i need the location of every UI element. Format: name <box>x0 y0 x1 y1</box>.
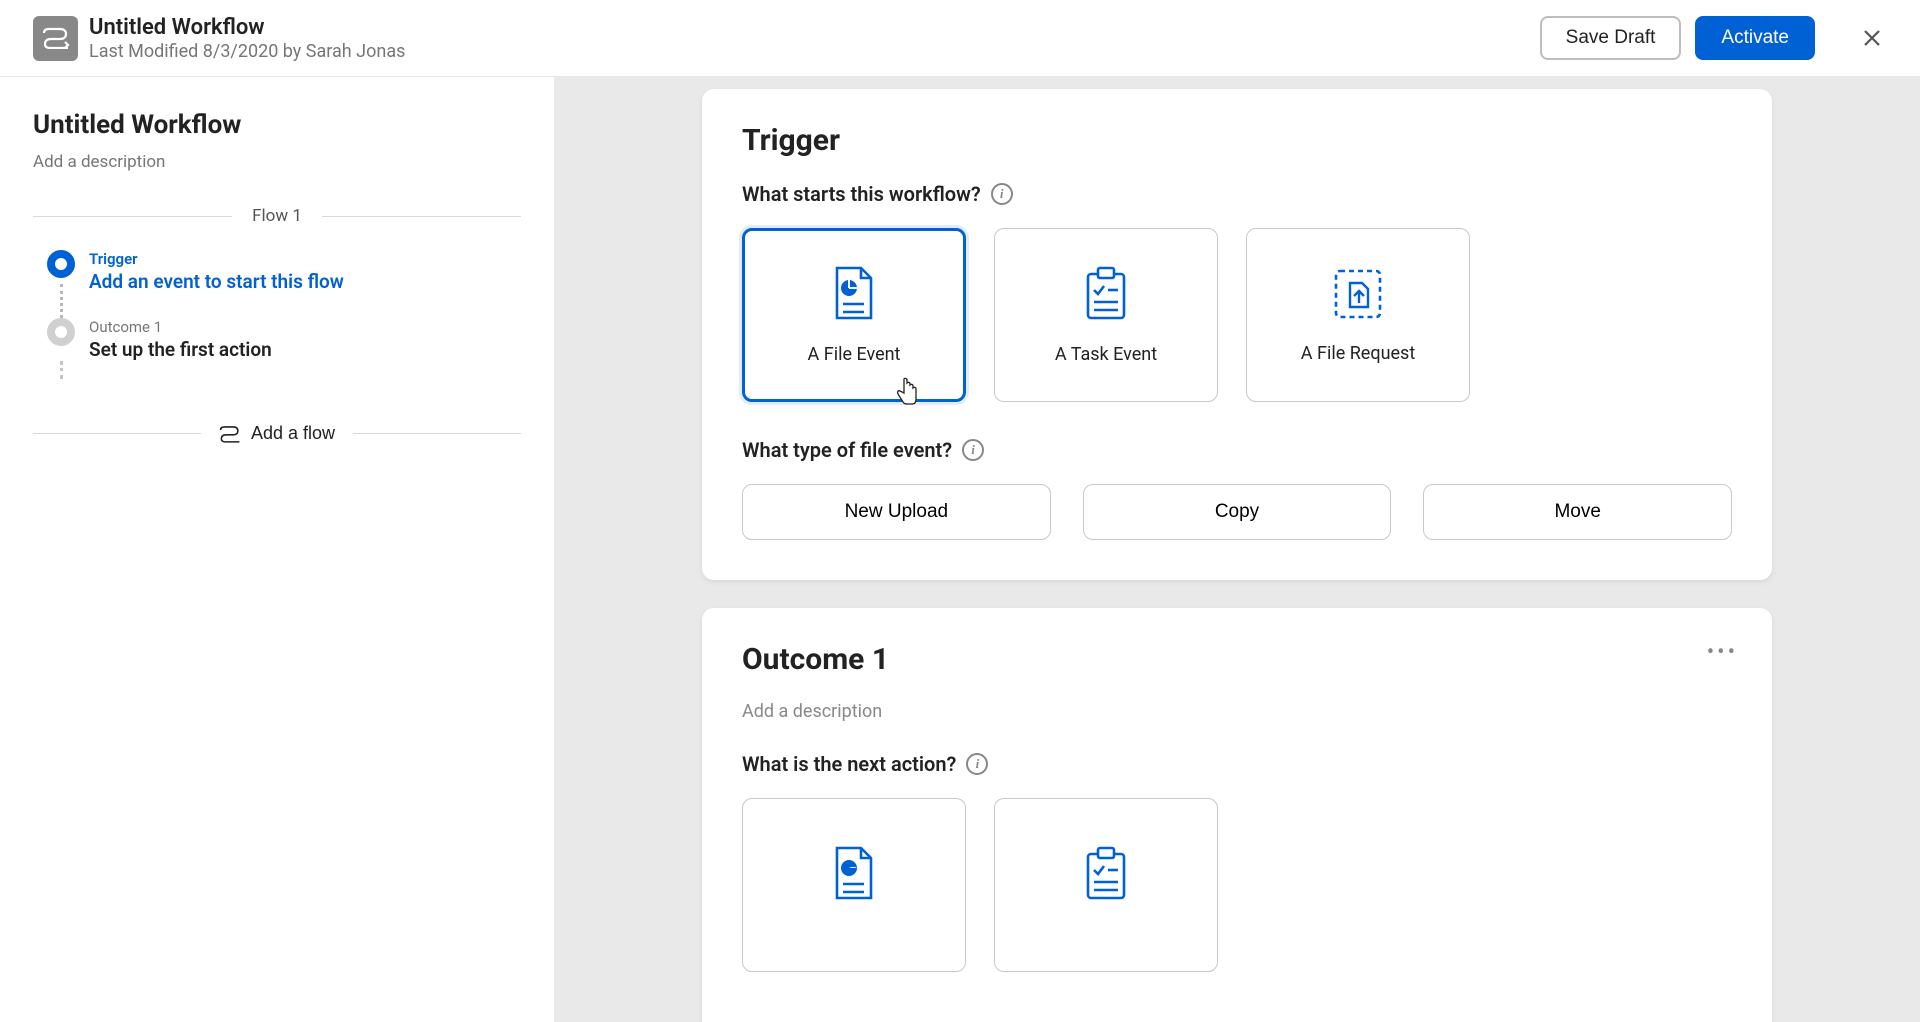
close-button[interactable] <box>1857 23 1887 53</box>
file-event-type-move[interactable]: Move <box>1423 484 1732 540</box>
step-label: Outcome 1 <box>89 318 272 336</box>
file-request-icon <box>1332 267 1384 325</box>
flow-divider-row: Flow 1 <box>33 206 521 226</box>
activate-button[interactable]: Activate <box>1695 16 1815 60</box>
add-flow-button[interactable]: Add a flow <box>201 423 353 444</box>
file-event-icon <box>831 266 877 326</box>
tile-label: A File Request <box>1301 343 1415 364</box>
file-event-type-copy[interactable]: Copy <box>1083 484 1392 540</box>
step-marker-inactive-icon <box>47 318 75 346</box>
task-action-icon <box>1082 846 1130 906</box>
task-event-icon <box>1082 266 1130 326</box>
trigger-question-2: What type of file event? <box>742 438 952 462</box>
flow-label: Flow 1 <box>232 206 322 226</box>
workflow-icon <box>33 16 78 61</box>
sidebar-workflow-title[interactable]: Untitled Workflow <box>33 110 521 140</box>
add-flow-row: Add a flow <box>33 423 521 444</box>
workflow-subtitle: Last Modified 8/3/2020 by Sarah Jonas <box>89 41 405 62</box>
outcome-card-title: Outcome 1 <box>742 642 1732 677</box>
tile-label: A File Event <box>808 344 901 365</box>
main-canvas[interactable]: Trigger What starts this workflow? i <box>554 77 1920 1022</box>
sidebar-step-trigger[interactable]: Trigger Add an event to start this flow <box>33 250 521 318</box>
workflow-title: Untitled Workflow <box>89 15 405 40</box>
step-label: Trigger <box>89 250 344 268</box>
trigger-question-1: What starts this workflow? <box>742 182 981 206</box>
step-title: Add an event to start this flow <box>89 270 344 293</box>
close-icon <box>1862 28 1882 48</box>
info-icon[interactable]: i <box>966 753 988 775</box>
save-draft-button[interactable]: Save Draft <box>1540 16 1682 60</box>
step-marker-active-icon <box>47 250 75 278</box>
trigger-option-task-event[interactable]: A Task Event <box>994 228 1218 402</box>
sidebar-step-outcome-1[interactable]: Outcome 1 Set up the first action <box>33 318 521 361</box>
file-event-type-row: New Upload Copy Move <box>742 484 1732 540</box>
sidebar-description[interactable]: Add a description <box>33 152 521 172</box>
trigger-option-file-request[interactable]: A File Request <box>1246 228 1470 402</box>
file-action-icon <box>831 846 877 906</box>
sidebar: Untitled Workflow Add a description Flow… <box>0 77 554 1022</box>
trigger-option-row: A File Event A Task Event <box>742 228 1732 402</box>
trigger-option-file-event[interactable]: A File Event <box>742 228 966 402</box>
add-flow-label: Add a flow <box>251 423 335 444</box>
outcome-option-file-action[interactable] <box>742 798 966 972</box>
outcome-card: ••• Outcome 1 Add a description What is … <box>702 608 1772 1022</box>
tile-label: A Task Event <box>1055 344 1157 365</box>
card-more-button[interactable]: ••• <box>1707 640 1738 665</box>
trigger-card: Trigger What starts this workflow? i <box>702 89 1772 580</box>
step-title: Set up the first action <box>89 338 272 361</box>
trigger-card-title: Trigger <box>742 123 1732 158</box>
info-icon[interactable]: i <box>962 439 984 461</box>
file-event-type-new-upload[interactable]: New Upload <box>742 484 1051 540</box>
info-icon[interactable]: i <box>991 183 1013 205</box>
outcome-option-task-action[interactable] <box>994 798 1218 972</box>
header-titles: Untitled Workflow Last Modified 8/3/2020… <box>89 15 405 62</box>
app-header: Untitled Workflow Last Modified 8/3/2020… <box>0 0 1920 77</box>
outcome-question: What is the next action? <box>742 752 956 776</box>
outcome-option-row <box>742 798 1732 972</box>
outcome-description[interactable]: Add a description <box>742 701 1732 722</box>
flow-path-icon <box>219 425 241 443</box>
